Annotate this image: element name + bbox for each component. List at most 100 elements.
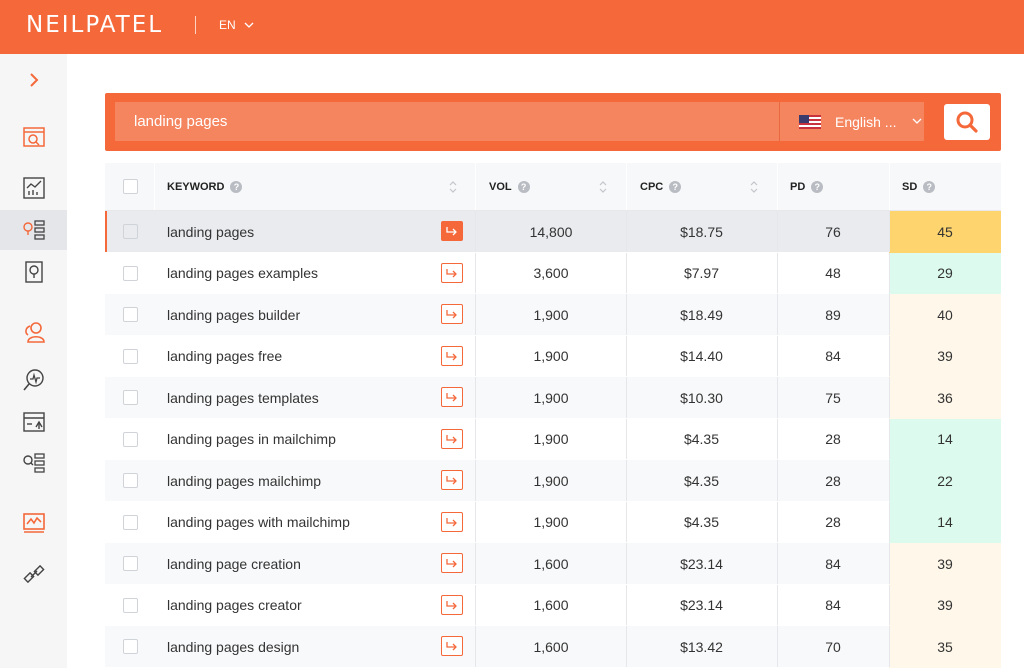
search-icon <box>956 111 978 133</box>
table-row[interactable]: landing pages examples 3,600 $7.97 48 29 <box>105 252 1001 295</box>
column-divider <box>475 335 476 376</box>
search-input[interactable] <box>115 102 779 141</box>
sidebar-item-backlinks[interactable] <box>0 554 67 594</box>
vol-cell: 1,600 <box>533 555 569 572</box>
pd-cell: 75 <box>825 389 841 406</box>
column-divider <box>626 163 627 210</box>
pd-column-header[interactable]: PD ? <box>790 163 824 211</box>
table-row[interactable]: landing pages in mailchimp 1,900 $4.35 28 14 <box>105 418 1001 461</box>
open-keyword-button[interactable] <box>441 553 463 573</box>
sort-icon[interactable] <box>750 179 758 195</box>
open-keyword-button[interactable] <box>441 262 463 283</box>
open-keyword-button[interactable] <box>441 636 463 656</box>
arrow-right-icon <box>445 226 459 236</box>
cpc-column-header[interactable]: CPC ? <box>640 163 682 211</box>
sort-icon[interactable] <box>449 179 457 195</box>
table-body: landing pages 14,800 $18.75 76 45 landing pag… <box>105 211 1001 668</box>
keyword-cell[interactable]: landing pages free <box>167 336 282 378</box>
column-divider <box>626 501 627 542</box>
table-row[interactable]: landing page creation 1,600 $23.14 84 39 <box>105 543 1001 585</box>
sidebar-item-content-ideas[interactable] <box>0 252 67 292</box>
column-divider <box>777 460 778 501</box>
info-icon[interactable]: ? <box>517 181 530 193</box>
row-checkbox[interactable] <box>123 307 138 322</box>
sidebar-item-traffic-overview[interactable] <box>0 168 67 208</box>
table-row[interactable]: landing pages mailchimp 1,900 $4.35 28 22 <box>105 460 1001 502</box>
monitor-chart-icon <box>22 513 45 533</box>
sidebar-item-rank-tracker[interactable] <box>0 402 67 442</box>
search-button[interactable] <box>944 104 990 140</box>
table-row[interactable]: landing pages 14,800 $18.75 76 45 <box>105 211 1001 253</box>
keyword-cell[interactable]: landing pages creator <box>167 585 302 627</box>
info-icon[interactable]: ? <box>923 181 936 193</box>
sd-cell: 14 <box>889 501 1001 543</box>
backlinks-icon <box>22 564 45 584</box>
vol-column-header[interactable]: VOL ? <box>489 163 530 211</box>
table-row[interactable]: landing pages design 1,600 $13.42 70 35 <box>105 626 1001 668</box>
table-row[interactable]: landing pages free 1,900 $14.40 84 39 <box>105 335 1001 378</box>
keyword-cell[interactable]: landing page creation <box>167 543 301 585</box>
vol-cell: 1,900 <box>533 472 569 489</box>
column-divider <box>475 163 476 210</box>
sidebar-item-keyword-list[interactable] <box>0 443 67 483</box>
site-audit-icon <box>22 127 45 147</box>
sd-column-header[interactable]: SD ? <box>902 163 936 211</box>
language-select[interactable]: English ... <box>779 102 924 141</box>
keyword-cell[interactable]: landing pages <box>167 211 254 253</box>
language-dropdown[interactable]: EN <box>219 18 254 32</box>
column-divider <box>889 418 890 459</box>
table-row[interactable]: landing pages creator 1,600 $23.14 84 39 <box>105 584 1001 627</box>
keyword-column-header[interactable]: KEYWORD ? <box>167 163 243 211</box>
cpc-cell: $7.97 <box>683 265 720 282</box>
table-row[interactable]: landing pages with mailchimp 1,900 $4.35 28… <box>105 501 1001 544</box>
open-keyword-button[interactable] <box>441 221 463 241</box>
info-icon[interactable]: ? <box>669 181 682 193</box>
keyword-cell[interactable]: landing pages examples <box>167 253 318 295</box>
keyword-cell[interactable]: landing pages in mailchimp <box>167 419 336 461</box>
sidebar-item-site-audit[interactable] <box>0 117 67 157</box>
keyword-cell[interactable]: landing pages with mailchimp <box>167 502 350 544</box>
chevron-down-icon <box>913 118 922 124</box>
column-divider <box>777 418 778 459</box>
sidebar-item-monitor[interactable] <box>0 503 67 543</box>
sd-cell: 35 <box>889 626 1001 668</box>
row-checkbox[interactable] <box>123 348 138 364</box>
open-keyword-button[interactable] <box>441 428 463 449</box>
keyword-cell[interactable]: landing pages mailchimp <box>167 460 321 502</box>
column-divider <box>777 543 778 584</box>
keyword-cell[interactable]: landing pages builder <box>167 294 300 336</box>
row-checkbox[interactable] <box>123 390 138 405</box>
sd-cell: 45 <box>889 211 1001 253</box>
open-keyword-button[interactable] <box>441 387 463 407</box>
column-divider <box>475 460 476 501</box>
column-divider <box>777 377 778 418</box>
open-keyword-button[interactable] <box>441 511 463 532</box>
row-checkbox[interactable] <box>123 597 138 613</box>
keyword-cell[interactable]: landing pages templates <box>167 377 319 419</box>
row-checkbox[interactable] <box>123 473 138 488</box>
logo[interactable]: NEILPATEL <box>26 12 163 38</box>
table-row[interactable]: landing pages templates 1,900 $10.30 75 36 <box>105 377 1001 419</box>
select-all-checkbox[interactable] <box>123 179 138 194</box>
column-divider <box>777 626 778 667</box>
sort-icon[interactable] <box>599 179 607 195</box>
row-checkbox[interactable] <box>123 514 138 530</box>
open-keyword-button[interactable] <box>441 345 463 366</box>
row-checkbox[interactable] <box>123 431 138 447</box>
table-row[interactable]: landing pages builder 1,900 $18.49 89 40 <box>105 294 1001 336</box>
row-checkbox[interactable] <box>123 224 138 239</box>
sidebar-item-keyword-ideas[interactable] <box>0 210 67 250</box>
open-keyword-button[interactable] <box>441 304 463 324</box>
open-keyword-button[interactable] <box>441 594 463 615</box>
sidebar-item-traffic-analyzer[interactable] <box>0 360 67 400</box>
row-checkbox[interactable] <box>123 265 138 281</box>
keyword-cell[interactable]: landing pages design <box>167 626 299 668</box>
sidebar-item-competitors[interactable] <box>0 312 67 352</box>
row-checkbox[interactable] <box>123 556 138 571</box>
row-checkbox[interactable] <box>123 639 138 654</box>
open-keyword-button[interactable] <box>441 470 463 490</box>
info-icon[interactable]: ? <box>230 181 243 193</box>
info-icon[interactable]: ? <box>811 181 824 193</box>
sidebar-expand-button[interactable] <box>0 60 67 100</box>
column-divider <box>475 501 476 542</box>
